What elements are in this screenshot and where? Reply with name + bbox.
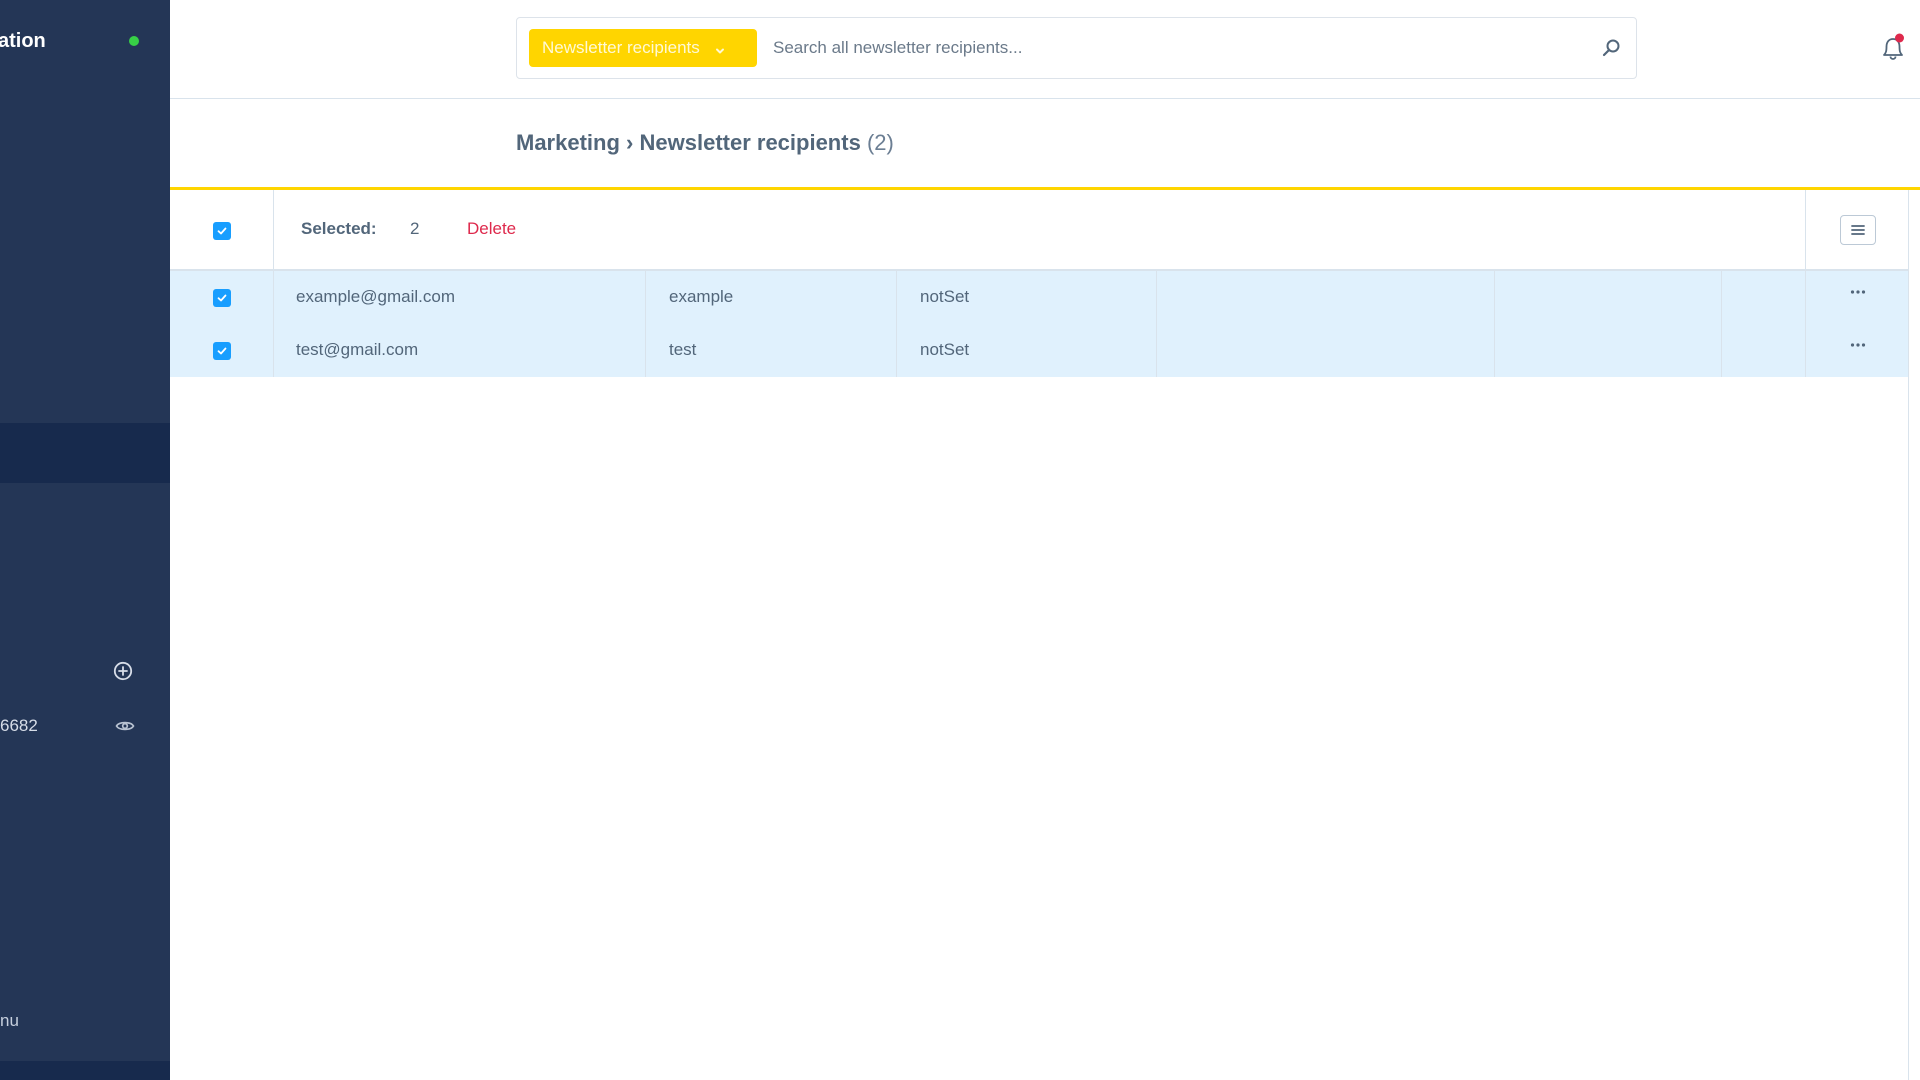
- column-divider: [273, 190, 274, 269]
- entity-type-select[interactable]: Newsletter recipients: [529, 29, 757, 67]
- check-icon: [217, 347, 227, 355]
- column-divider: [1805, 190, 1806, 269]
- cell-status: notSet: [920, 340, 970, 359]
- grid-right-border: [1908, 190, 1909, 1080]
- global-search: Newsletter recipients: [516, 17, 1637, 79]
- column-divider: [645, 271, 646, 324]
- selected-label: Selected:: [301, 219, 377, 238]
- search-icon[interactable]: [1600, 37, 1622, 59]
- selected-count: 2: [410, 219, 420, 238]
- column-divider: [1721, 271, 1722, 324]
- select-all-checkbox[interactable]: [213, 222, 231, 240]
- column-divider: [273, 271, 274, 324]
- column-divider: [273, 324, 274, 377]
- column-divider: [896, 271, 897, 324]
- column-divider: [896, 324, 897, 377]
- breadcrumb-current: Newsletter recipients: [639, 130, 861, 155]
- row-checkbox[interactable]: [213, 342, 231, 360]
- column-divider: [1156, 324, 1157, 377]
- column-divider: [1156, 271, 1157, 324]
- more-horizontal-icon[interactable]: [1850, 289, 1866, 295]
- column-divider: [1805, 324, 1806, 377]
- list-settings-icon: [1851, 225, 1865, 235]
- row-checkbox[interactable]: [213, 289, 231, 307]
- sidebar-menu-label[interactable]: nu: [0, 1011, 19, 1031]
- search-input[interactable]: [773, 30, 1573, 66]
- status-indicator-dot: [129, 36, 139, 46]
- chevron-down-icon: [714, 42, 726, 54]
- check-icon: [217, 294, 227, 302]
- bulk-action-bar: Selected: 2 Delete: [170, 190, 1908, 271]
- sidebar: ation 6682 nu: [0, 0, 170, 1080]
- column-divider: [1494, 271, 1495, 324]
- cell-email[interactable]: test@gmail.com: [296, 340, 418, 360]
- top-bar: Newsletter recipients: [170, 0, 1920, 99]
- bulk-delete-button[interactable]: Delete: [467, 219, 516, 239]
- notifications-button[interactable]: [1878, 31, 1908, 65]
- more-horizontal-icon[interactable]: [1850, 342, 1866, 348]
- record-count: (2): [866, 130, 894, 155]
- data-grid: Selected: 2 Delete example@gmail.com exa…: [170, 190, 1908, 377]
- cell-name: example: [669, 287, 734, 306]
- column-divider: [645, 324, 646, 377]
- sidebar-title[interactable]: ation: [0, 30, 46, 53]
- bell-icon: [1883, 33, 1904, 60]
- sidebar-footer: [0, 1061, 170, 1080]
- column-divider: [1805, 271, 1806, 324]
- cell-status: notSet: [920, 287, 970, 306]
- column-divider: [1721, 324, 1722, 377]
- plus-circle-icon[interactable]: [113, 661, 133, 681]
- sidebar-active-item[interactable]: [0, 423, 170, 483]
- grid-settings-button[interactable]: [1840, 215, 1876, 245]
- entity-type-label: Newsletter recipients: [542, 38, 700, 57]
- breadcrumb-parent[interactable]: Marketing: [516, 130, 620, 155]
- check-icon: [217, 227, 227, 235]
- table-row[interactable]: example@gmail.com example notSet: [170, 271, 1908, 324]
- breadcrumb-separator: ›: [626, 130, 634, 155]
- breadcrumb: Marketing › Newsletter recipients (2): [516, 130, 894, 156]
- eye-icon[interactable]: [115, 719, 135, 733]
- column-divider: [1494, 324, 1495, 377]
- cell-name: test: [669, 340, 697, 359]
- cell-email[interactable]: example@gmail.com: [296, 287, 455, 307]
- table-row[interactable]: test@gmail.com test notSet: [170, 324, 1908, 377]
- sidebar-account-id: 6682: [0, 716, 38, 735]
